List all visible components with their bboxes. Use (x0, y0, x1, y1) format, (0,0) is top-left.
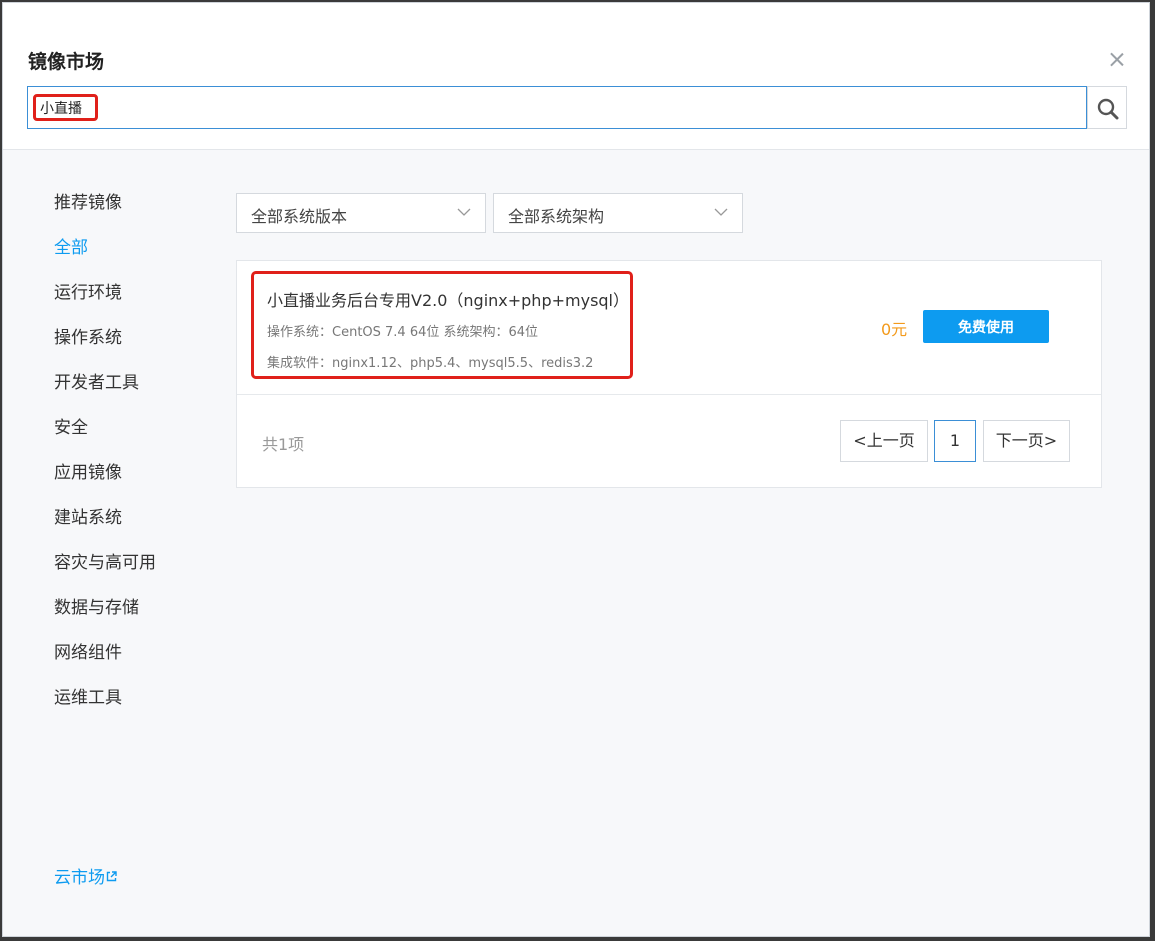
sidebar-item-app-images[interactable]: 应用镜像 (54, 460, 156, 505)
close-icon[interactable] (1106, 49, 1128, 71)
page-number-button[interactable]: 1 (934, 420, 976, 462)
total-count: 共1项 (262, 435, 305, 454)
sidebar-item-site-builder[interactable]: 建站系统 (54, 505, 156, 550)
results-panel: 小直播业务后台专用V2.0（nginx+php+mysql） 操作系统：Cent… (236, 260, 1102, 488)
dialog-title: 镜像市场 (28, 51, 105, 73)
next-page-button[interactable]: 下一页> (983, 420, 1070, 462)
image-title[interactable]: 小直播业务后台专用V2.0（nginx+php+mysql） (267, 287, 629, 311)
os-version-value: 全部系统版本 (251, 207, 348, 226)
sidebar-item-recommended[interactable]: 推荐镜像 (54, 190, 156, 235)
cloud-market-label: 云市场 (54, 868, 105, 888)
prev-page-button[interactable]: <上一页 (840, 420, 928, 462)
free-use-button[interactable]: 免费使用 (923, 310, 1049, 343)
category-sidebar: 推荐镜像 全部 运行环境 操作系统 开发者工具 安全 应用镜像 建站系统 容灾与… (54, 190, 156, 730)
sidebar-item-security[interactable]: 安全 (54, 415, 156, 460)
sidebar-item-dev-tools[interactable]: 开发者工具 (54, 370, 156, 415)
sidebar-item-all[interactable]: 全部 (54, 235, 156, 280)
sidebar-item-os[interactable]: 操作系统 (54, 325, 156, 370)
chevron-down-icon (714, 208, 728, 216)
image-market-dialog: 镜像市场 推荐镜像 全部 运行环境 操作系统 开发者工具 安全 应用镜像 建站系… (2, 2, 1150, 937)
sidebar-item-data-storage[interactable]: 数据与存储 (54, 595, 156, 640)
search-input[interactable] (27, 86, 1087, 129)
external-link-icon (106, 871, 117, 882)
list-item: 小直播业务后台专用V2.0（nginx+php+mysql） 操作系统：Cent… (237, 261, 1101, 395)
sidebar-item-disaster-recovery[interactable]: 容灾与高可用 (54, 550, 156, 595)
sidebar-item-network[interactable]: 网络组件 (54, 640, 156, 685)
os-arch-value: 全部系统架构 (508, 207, 605, 226)
os-version-select[interactable]: 全部系统版本 (236, 193, 486, 233)
search-button[interactable] (1087, 86, 1127, 129)
chevron-down-icon (457, 208, 471, 216)
os-arch-select[interactable]: 全部系统架构 (493, 193, 743, 233)
image-price: 0元 (881, 320, 908, 339)
cloud-market-link[interactable]: 云市场 (54, 863, 117, 888)
image-software-info: 集成软件：nginx1.12、php5.4、mysql5.5、redis3.2 (267, 356, 594, 371)
search-icon (1097, 98, 1119, 120)
image-os-info: 操作系统：CentOS 7.4 64位 系统架构：64位 (267, 325, 539, 340)
sidebar-item-ops-tools[interactable]: 运维工具 (54, 685, 156, 730)
dialog-header: 镜像市场 (3, 3, 1149, 150)
sidebar-item-runtime[interactable]: 运行环境 (54, 280, 156, 325)
